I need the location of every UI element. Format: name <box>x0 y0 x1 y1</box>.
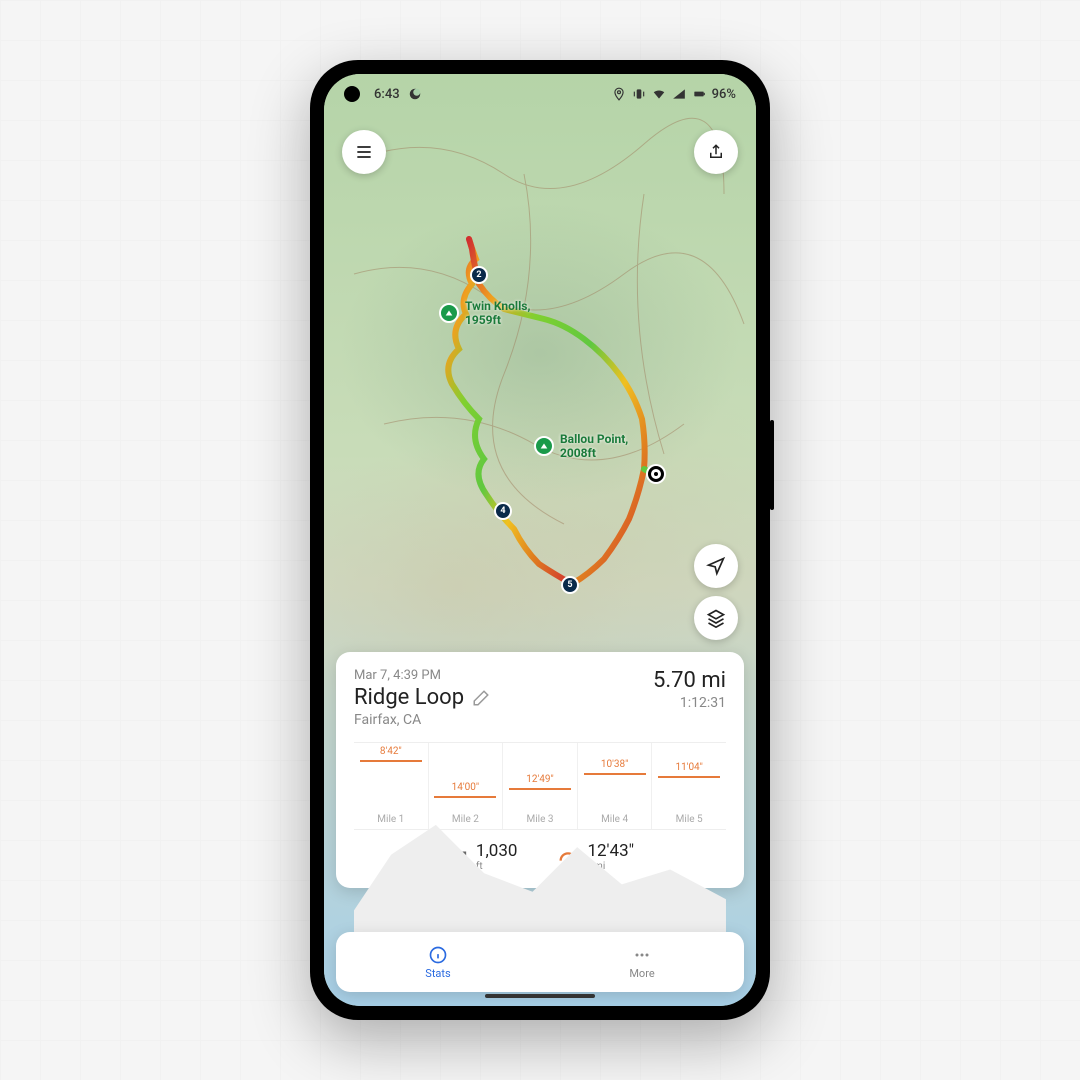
split-pace-bar <box>360 760 422 762</box>
tab-more-label: More <box>629 967 654 980</box>
elevation-value: 1,030 <box>476 842 518 861</box>
poi-name: Ballou Point, <box>560 432 628 446</box>
elevation-summary: 1,030 ft <box>446 842 518 872</box>
mile-marker-4: 4 <box>494 502 512 520</box>
status-bar: 6:43 <box>324 74 756 114</box>
info-icon <box>428 945 448 965</box>
layers-icon <box>706 608 726 628</box>
locate-button[interactable] <box>694 544 738 588</box>
camera-hole <box>344 86 360 102</box>
split-column: 12'49" Mile 3 <box>502 743 577 829</box>
menu-button[interactable] <box>342 130 386 174</box>
wifi-icon <box>652 87 666 101</box>
poi-elev: 1959ft <box>465 313 530 327</box>
activity-title: Ridge Loop <box>354 685 464 710</box>
mile-marker-5: 5 <box>561 576 579 594</box>
poi-elev: 2008ft <box>560 446 628 460</box>
activity-duration: 1:12:31 <box>653 695 726 711</box>
split-pace-bar <box>658 776 720 778</box>
split-pace-label: 14'00" <box>452 782 479 793</box>
compass-arrow-icon <box>706 556 726 576</box>
split-column: 11'04" Mile 5 <box>651 743 726 829</box>
vibrate-icon <box>632 87 646 101</box>
elevation-unit: ft <box>476 861 518 872</box>
split-mile-label: Mile 4 <box>601 814 628 825</box>
mountain-icon <box>439 303 459 323</box>
status-time: 6:43 <box>374 87 400 102</box>
activity-card: Mar 7, 4:39 PM Ridge Loop Fairfax, CA 5.… <box>336 652 744 888</box>
split-pace-label: 8'42" <box>380 746 402 757</box>
pace-summary: 12'43" / mi <box>557 842 634 872</box>
activity-location: Fairfax, CA <box>354 712 490 728</box>
splits-chart[interactable]: 8'42" Mile 1 14'00" Mile 2 12'49" Mile 3 10'38… <box>354 742 726 830</box>
summary-row: 1,030 ft 12'43" / mi <box>354 830 726 876</box>
phone-frame: 6:43 <box>310 60 770 1020</box>
trend-up-icon <box>446 846 468 868</box>
split-pace-bar <box>434 796 496 798</box>
activity-date: Mar 7, 4:39 PM <box>354 668 490 683</box>
split-column: 10'38" Mile 4 <box>577 743 652 829</box>
home-indicator[interactable] <box>485 994 595 998</box>
mile-marker-2: 2 <box>470 266 488 284</box>
share-icon <box>707 143 725 161</box>
phone-screen: 6:43 <box>324 74 756 1006</box>
poi-twin-knolls[interactable]: Twin Knolls, 1959ft <box>439 299 530 327</box>
tab-stats[interactable]: Stats <box>336 932 540 992</box>
tab-stats-label: Stats <box>425 967 450 980</box>
more-icon <box>632 945 652 965</box>
pace-unit: / mi <box>587 861 634 872</box>
tab-bar: Stats More <box>336 932 744 992</box>
activity-distance: 5.70 mi <box>653 668 726 693</box>
layers-button[interactable] <box>694 596 738 640</box>
signal-icon <box>672 87 686 101</box>
route-end-marker <box>648 466 664 482</box>
split-pace-bar <box>509 788 571 790</box>
split-column: 8'42" Mile 1 <box>354 743 428 829</box>
poi-name: Twin Knolls, <box>465 299 530 313</box>
hamburger-icon <box>354 142 374 162</box>
pace-value: 12'43" <box>587 842 634 861</box>
split-pace-bar <box>584 773 646 775</box>
tab-more[interactable]: More <box>540 932 744 992</box>
poi-ballou-point[interactable]: Ballou Point, 2008ft <box>534 432 628 460</box>
split-pace-label: 11'04" <box>675 762 702 773</box>
split-mile-label: Mile 2 <box>452 814 479 825</box>
status-battery-pct: 96% <box>712 87 736 102</box>
split-pace-label: 10'38" <box>601 759 628 770</box>
moon-icon <box>408 87 422 101</box>
mountain-icon <box>534 436 554 456</box>
edit-icon[interactable] <box>472 689 490 707</box>
battery-icon <box>692 87 706 101</box>
split-pace-label: 12'49" <box>526 774 553 785</box>
split-mile-label: Mile 3 <box>526 814 553 825</box>
location-icon <box>612 87 626 101</box>
split-mile-label: Mile 1 <box>377 814 404 825</box>
gauge-icon <box>557 846 579 868</box>
share-button[interactable] <box>694 130 738 174</box>
split-mile-label: Mile 5 <box>676 814 703 825</box>
split-column: 14'00" Mile 2 <box>428 743 503 829</box>
